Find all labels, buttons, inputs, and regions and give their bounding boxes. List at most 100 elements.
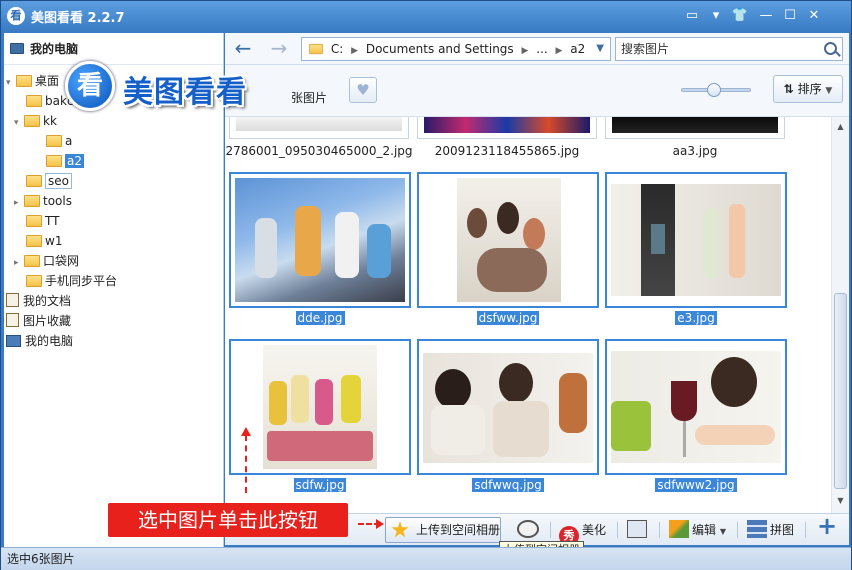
image-caption: 2009123118455865.jpg xyxy=(434,144,580,158)
view-toolbar: 张图片 ♥ ⇅ 排序 ▼ xyxy=(225,65,849,117)
sidebar-item[interactable]: 图片收藏 xyxy=(6,311,71,331)
sidebar-item[interactable]: ▸ 口袋网 xyxy=(14,251,79,271)
brand-name: 美图看看 xyxy=(123,75,247,110)
zoom-slider[interactable] xyxy=(681,83,751,97)
sidebar-item[interactable]: ▾ kk xyxy=(14,111,57,131)
upload-button-label: 上传到空间相册 xyxy=(416,523,501,537)
image-thumbnail[interactable] xyxy=(417,117,597,139)
chevron-right-icon: ▶ xyxy=(521,46,529,56)
folder-icon xyxy=(16,75,32,87)
scroll-down-icon[interactable]: ▼ xyxy=(832,493,849,509)
expand-arrow-icon[interactable]: ▾ xyxy=(14,113,24,133)
add-button[interactable]: + xyxy=(817,514,837,538)
sidebar-item[interactable]: ▾ 桌面 xyxy=(6,71,59,91)
sidebar-item-label: 图片收藏 xyxy=(23,314,72,328)
sidebar-item[interactable]: a2 xyxy=(46,151,84,171)
photo-dde xyxy=(235,178,405,302)
sidebar-item[interactable]: TT xyxy=(26,211,59,231)
path-segment[interactable]: a2 xyxy=(570,42,585,56)
image-thumbnail[interactable] xyxy=(605,339,787,475)
sidebar-item-label: 我的电脑 xyxy=(25,334,74,348)
puzzle-button[interactable]: 拼图 xyxy=(747,518,794,542)
sort-button[interactable]: ⇅ 排序 ▼ xyxy=(773,75,843,103)
app-window: 看 美图看看 2.2.7 ▭ ▾ 👕 — ☐ ✕ 我的电脑 ▾ 桌面 bakc ▾ kk… xyxy=(0,0,852,570)
folder-icon xyxy=(26,275,42,287)
image-thumbnail[interactable] xyxy=(229,172,411,308)
sidebar-item-label: a2 xyxy=(65,154,84,168)
upload-to-album-button[interactable]: 上传到空间相册 xyxy=(385,517,501,543)
brand-logo: 看 美图看看 xyxy=(65,61,295,111)
folder-icon xyxy=(309,43,323,55)
sidebar-item[interactable]: 我的文档 xyxy=(6,291,71,311)
favorite-button[interactable]: ♥ xyxy=(349,77,377,103)
collapse-arrow-icon[interactable]: ▸ xyxy=(14,193,24,213)
collapse-arrow-icon[interactable]: ▸ xyxy=(14,253,24,273)
puzzle-icon xyxy=(747,520,767,538)
path-segment[interactable]: C: xyxy=(331,42,343,56)
image-thumbnail[interactable] xyxy=(417,172,599,308)
folder-icon xyxy=(24,195,40,207)
sidebar-item-label: 桌面 xyxy=(35,74,60,88)
path-segment[interactable]: ... xyxy=(536,42,547,56)
window-title: 美图看看 2.2.7 xyxy=(31,11,125,26)
sidebar-item-label: 手机同步平台 xyxy=(45,274,118,288)
sidebar-item[interactable]: a xyxy=(46,131,72,151)
minimize-icon[interactable]: — xyxy=(757,7,775,25)
vertical-scrollbar[interactable]: ▲ ▼ xyxy=(831,117,849,513)
maximize-icon[interactable]: ☐ xyxy=(781,7,799,25)
close-icon[interactable]: ✕ xyxy=(805,7,823,25)
sidebar-item[interactable]: w1 xyxy=(26,231,62,251)
sidebar-item[interactable]: ▸ tools xyxy=(14,191,72,211)
magic-wand-icon xyxy=(669,520,689,538)
chevron-down-icon: ▼ xyxy=(825,86,833,96)
sidebar-item[interactable]: 我的电脑 xyxy=(6,331,73,351)
weibo-share-icon[interactable] xyxy=(517,520,539,538)
folder-icon xyxy=(46,155,62,167)
edit-button[interactable]: 编辑 ▼ xyxy=(669,518,726,542)
toolbar-divider xyxy=(617,522,618,538)
image-thumbnail[interactable] xyxy=(605,172,787,308)
image-caption: 2786001_095030465000_2.jpg xyxy=(225,144,413,158)
chevron-down-icon[interactable]: ▼ xyxy=(596,38,604,60)
search-input[interactable]: 搜索图片 xyxy=(615,37,843,61)
status-bar: 选中6张图片 xyxy=(1,547,851,570)
scrollbar-thumb[interactable] xyxy=(834,293,847,489)
folder-icon xyxy=(26,235,42,247)
sidebar-item[interactable]: seo xyxy=(26,171,72,191)
image-grid: 2786001_095030465000_2.jpg 2009123118455… xyxy=(225,117,831,513)
slideshow-button[interactable] xyxy=(627,518,647,542)
image-thumbnail[interactable] xyxy=(229,117,409,139)
beautify-button[interactable]: 秀美化 xyxy=(559,518,607,546)
menu-icon[interactable]: ▾ xyxy=(707,7,725,25)
sidebar-item[interactable]: 手机同步平台 xyxy=(26,271,117,291)
photo-sdfwwq xyxy=(423,353,593,463)
image-thumbnail[interactable] xyxy=(229,339,411,475)
zoom-slider-thumb[interactable] xyxy=(707,83,721,97)
folder-icon xyxy=(26,175,42,187)
expand-arrow-icon[interactable]: ▾ xyxy=(6,73,16,93)
folder-icon xyxy=(26,95,42,107)
image-thumbnail[interactable] xyxy=(605,117,785,139)
scroll-up-icon[interactable]: ▲ xyxy=(832,119,849,135)
back-button[interactable]: ← xyxy=(231,37,255,61)
image-caption: dsfww.jpg xyxy=(476,311,540,325)
address-bar[interactable]: C: ▶ Documents and Settings ▶ ... ▶ a2 ▼ xyxy=(301,37,611,61)
puzzle-label: 拼图 xyxy=(770,523,795,537)
pictures-icon xyxy=(6,313,19,327)
folder-icon xyxy=(26,215,42,227)
brand-logo-icon: 看 xyxy=(65,61,115,111)
search-icon[interactable] xyxy=(824,42,837,55)
image-caption: dde.jpg xyxy=(295,311,345,325)
skin-icon[interactable]: 👕 xyxy=(731,7,749,25)
image-thumbnail[interactable] xyxy=(417,339,599,475)
search-placeholder: 搜索图片 xyxy=(621,42,670,56)
sidebar-item-label: 口袋网 xyxy=(43,254,80,268)
chat-icon[interactable]: ▭ xyxy=(683,7,701,25)
path-segment[interactable]: Documents and Settings xyxy=(366,42,514,56)
sidebar-item-label: w1 xyxy=(45,234,63,248)
photo-e3 xyxy=(611,184,781,296)
annotation-label: 选中图片单击此按钮 xyxy=(108,503,348,537)
beautify-label: 美化 xyxy=(582,523,607,537)
forward-button[interactable]: → xyxy=(267,37,291,61)
folder-icon xyxy=(24,255,40,267)
